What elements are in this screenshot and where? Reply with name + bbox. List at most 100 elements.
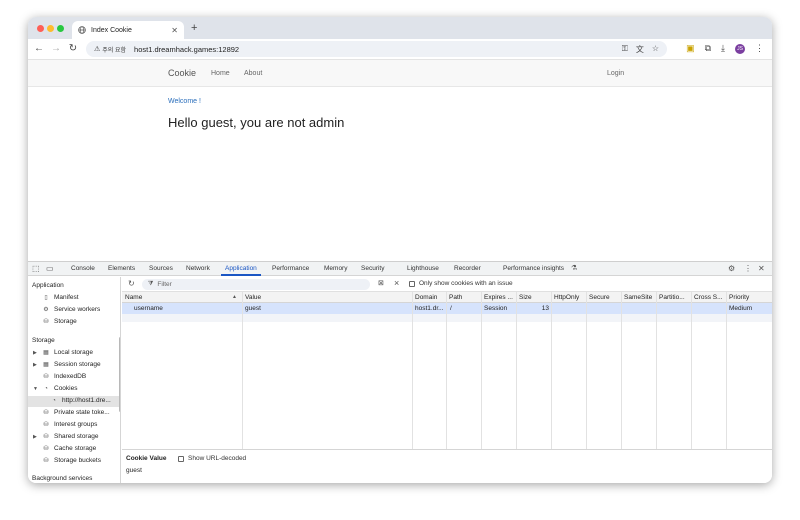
reload-icon[interactable]: ↻: [67, 43, 79, 54]
cookie-expires-cell[interactable]: Session: [484, 305, 515, 312]
sidebar-item-manifest[interactable]: ▯ Manifest: [42, 294, 78, 301]
extension-icon[interactable]: ▣: [686, 43, 695, 54]
column-header-name[interactable]: Name: [125, 294, 235, 301]
sidebar-item-cookies[interactable]: ▼ ◔ Cookies: [33, 385, 77, 392]
sidebar-scrollbar[interactable]: [119, 337, 120, 412]
clear-filtered-cookies-icon[interactable]: ⊠: [378, 279, 384, 287]
sort-ascending-icon[interactable]: ▲: [232, 294, 237, 300]
nav-home-link[interactable]: Home: [211, 70, 230, 77]
cookie-priority-cell[interactable]: Medium: [729, 305, 769, 312]
sidebar-item-cache-storage[interactable]: ⛁ Cache storage: [42, 445, 96, 452]
sidebar-item-shared-storage[interactable]: ▶ ⛁ Shared storage: [33, 433, 98, 440]
sidebar-item-indexeddb[interactable]: ⛁ IndexedDB: [42, 373, 86, 380]
expand-arrow-icon[interactable]: ▶: [33, 434, 37, 440]
column-header-expires[interactable]: Expires ...: [484, 294, 515, 301]
cookie-value-cell[interactable]: guest: [245, 305, 410, 312]
tab-performance-insights[interactable]: Performance insights: [503, 265, 564, 272]
issue-filter-checkbox[interactable]: Only show cookies with an issue: [409, 280, 513, 287]
address-bar[interactable]: ⚠ 주의 요함 host1.dreamhack.games:12892 ⚿ 文 …: [86, 41, 667, 57]
password-key-icon[interactable]: ⚿: [622, 44, 628, 55]
sidebar-item-storage[interactable]: ⛁ Storage: [42, 318, 76, 325]
column-header-partition[interactable]: Partitio...: [659, 294, 690, 301]
puzzle-icon[interactable]: ⧉: [705, 43, 711, 54]
sidebar-item-cookie-origin[interactable]: ◔ http://host1.dre...: [50, 397, 111, 404]
collapse-arrow-icon[interactable]: ▼: [33, 386, 38, 392]
browser-tab[interactable]: Index Cookie ✕: [72, 21, 184, 39]
more-options-icon[interactable]: ⋮: [744, 264, 752, 273]
expand-arrow-icon[interactable]: ▶: [33, 350, 37, 356]
column-divider[interactable]: [481, 292, 482, 449]
sidebar-item-session-storage[interactable]: ▶ ▦ Session storage: [33, 361, 101, 368]
tab-memory[interactable]: Memory: [324, 265, 347, 272]
bookmark-star-icon[interactable]: ☆: [652, 44, 659, 55]
column-divider[interactable]: [516, 292, 517, 449]
cookie-path-cell[interactable]: /: [450, 305, 480, 312]
filter-input[interactable]: ⧩ Filter: [142, 279, 370, 290]
cookie-value-text[interactable]: guest: [126, 467, 142, 474]
tab-lighthouse[interactable]: Lighthouse: [407, 265, 439, 272]
close-window-button[interactable]: [37, 25, 44, 32]
tab-recorder[interactable]: Recorder: [454, 265, 481, 272]
tab-performance[interactable]: Performance: [272, 265, 309, 272]
show-url-decoded-checkbox[interactable]: Show URL-decoded: [178, 455, 246, 462]
sidebar-item-service-workers[interactable]: ⚙ Service workers: [42, 306, 100, 313]
nav-login-link[interactable]: Login: [607, 70, 624, 77]
browser-window: Index Cookie ✕ + ← → ↻ ⚠ 주의 요함 host1.dre…: [28, 17, 772, 483]
cookie-domain-cell[interactable]: host1.dr...: [415, 305, 445, 312]
sidebar-item-storage-buckets[interactable]: ⛁ Storage buckets: [42, 457, 101, 464]
column-divider[interactable]: [412, 292, 413, 449]
tab-sources[interactable]: Sources: [149, 265, 173, 272]
column-header-path[interactable]: Path: [449, 294, 479, 301]
checkbox[interactable]: [178, 455, 184, 462]
column-divider[interactable]: [621, 292, 622, 449]
column-divider[interactable]: [656, 292, 657, 449]
translate-icon[interactable]: 文: [636, 44, 644, 55]
avatar[interactable]: JS: [735, 43, 745, 54]
column-header-samesite[interactable]: SameSite: [624, 294, 655, 301]
inspect-element-icon[interactable]: ⬚: [32, 264, 40, 273]
download-icon[interactable]: ⤓: [721, 43, 725, 54]
tab-security[interactable]: Security: [361, 265, 384, 272]
column-header-cross-site[interactable]: Cross S...: [694, 294, 725, 301]
site-brand-link[interactable]: Cookie: [168, 68, 196, 78]
tab-application[interactable]: Application: [221, 265, 261, 276]
cookie-name-cell[interactable]: username: [134, 305, 239, 312]
clear-all-cookies-icon[interactable]: ×: [394, 278, 399, 288]
url-text[interactable]: host1.dreamhack.games:12892: [134, 45, 239, 54]
forward-icon[interactable]: →: [50, 43, 62, 54]
column-header-size[interactable]: Size: [519, 294, 549, 301]
maximize-window-button[interactable]: [57, 25, 64, 32]
column-divider[interactable]: [446, 292, 447, 449]
sidebar-item-interest-groups[interactable]: ⛁ Interest groups: [42, 421, 97, 428]
tab-close-icon[interactable]: ✕: [171, 26, 178, 35]
sidebar-item-private-state-tokens[interactable]: ⛁ Private state toke...: [42, 409, 109, 416]
device-toolbar-icon[interactable]: ▭: [46, 264, 54, 273]
column-divider[interactable]: [586, 292, 587, 449]
refresh-icon[interactable]: ↻: [128, 279, 135, 288]
column-header-value[interactable]: Value: [245, 294, 410, 301]
sidebar-item-local-storage[interactable]: ▶ ▦ Local storage: [33, 349, 93, 356]
tab-network[interactable]: Network: [186, 265, 210, 272]
column-header-secure[interactable]: Secure: [589, 294, 620, 301]
column-header-httponly[interactable]: HttpOnly: [554, 294, 585, 301]
tab-elements[interactable]: Elements: [108, 265, 135, 272]
security-warning-text[interactable]: 주의 요함: [102, 45, 126, 54]
minimize-window-button[interactable]: [47, 25, 54, 32]
cookie-size-cell[interactable]: 13: [519, 305, 549, 312]
column-header-domain[interactable]: Domain: [415, 294, 445, 301]
close-devtools-icon[interactable]: ✕: [758, 264, 765, 273]
menu-icon[interactable]: ⋮: [755, 43, 764, 54]
back-icon[interactable]: ←: [33, 43, 45, 54]
column-divider[interactable]: [551, 292, 552, 449]
column-divider[interactable]: [726, 292, 727, 449]
checkbox[interactable]: [409, 280, 415, 287]
column-divider[interactable]: [691, 292, 692, 449]
warning-icon[interactable]: ⚠: [94, 45, 100, 53]
expand-arrow-icon[interactable]: ▶: [33, 362, 37, 368]
column-header-priority[interactable]: Priority: [729, 294, 769, 301]
column-divider[interactable]: [242, 292, 243, 449]
nav-about-link[interactable]: About: [244, 70, 262, 77]
new-tab-button[interactable]: +: [191, 22, 197, 34]
settings-gear-icon[interactable]: ⚙: [728, 264, 735, 273]
tab-console[interactable]: Console: [71, 265, 95, 272]
